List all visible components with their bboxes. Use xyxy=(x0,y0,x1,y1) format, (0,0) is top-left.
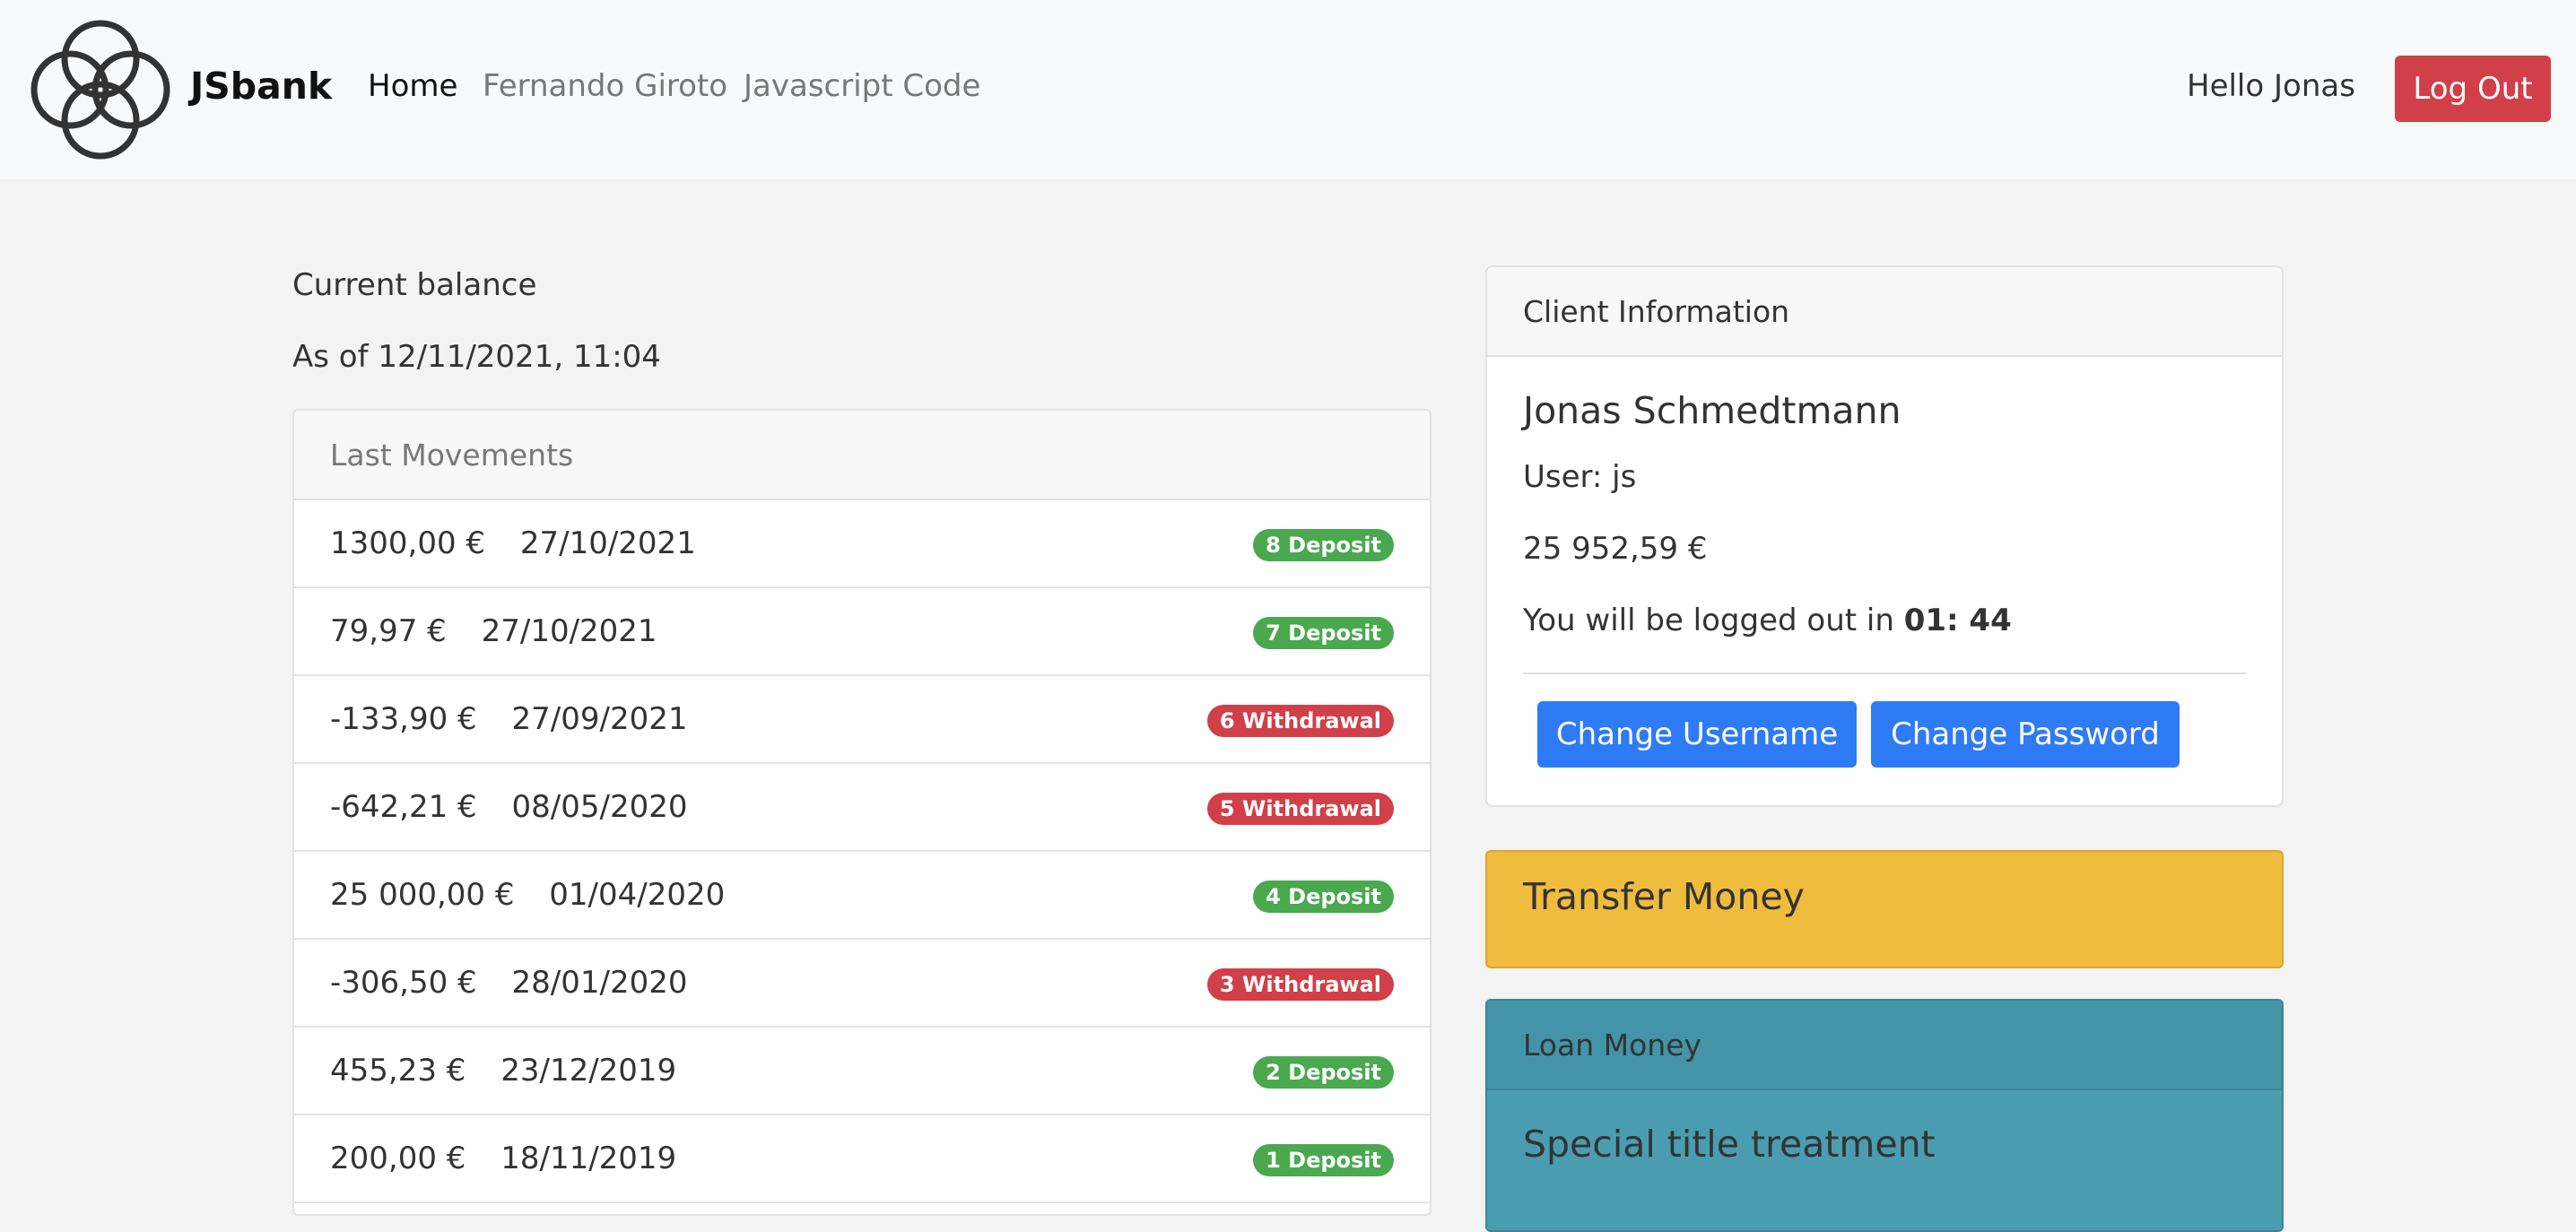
client-name: Jonas Schmedtmann xyxy=(1523,389,1902,432)
movement-type-badge: 7 Deposit xyxy=(1253,617,1394,649)
divider xyxy=(1523,672,2246,674)
change-password-button[interactable]: Change Password xyxy=(1871,701,2180,768)
movement-row: 455,23 € 23/12/2019 2 Deposit xyxy=(294,1028,1430,1115)
logout-timer-value: 01: 44 xyxy=(1903,603,2012,638)
movement-amount: 79,97 € xyxy=(330,613,447,649)
movement-date: 08/05/2020 xyxy=(511,789,688,825)
loan-card-title: Special title treatment xyxy=(1523,1123,1936,1166)
movement-type-badge: 1 Deposit xyxy=(1253,1144,1394,1176)
change-username-button[interactable]: Change Username xyxy=(1537,701,1857,768)
logout-button[interactable]: Log Out xyxy=(2395,56,2551,122)
movement-type-badge: 4 Deposit xyxy=(1253,881,1394,913)
navbar: JSbank Home Fernando Giroto Javascript C… xyxy=(0,0,2576,179)
nav-link-fernando-giroto[interactable]: Fernando Giroto xyxy=(483,68,727,104)
movement-amount: 25 000,00 € xyxy=(330,877,515,913)
movement-type-badge: 8 Deposit xyxy=(1253,529,1394,561)
movement-type-badge: 5 Withdrawal xyxy=(1206,793,1394,825)
movement-amount: 200,00 € xyxy=(330,1141,466,1176)
movement-type-badge: 3 Withdrawal xyxy=(1206,968,1394,1001)
movement-date: 27/09/2021 xyxy=(511,701,688,737)
movement-date: 28/01/2020 xyxy=(511,965,688,1001)
movement-row: -306,50 € 28/01/2020 3 Withdrawal xyxy=(294,940,1430,1028)
client-username: User: js xyxy=(1523,459,1637,495)
last-movements-panel: Last Movements 1300,00 € 27/10/2021 8 De… xyxy=(292,409,1432,1216)
movement-row: -133,90 € 27/09/2021 6 Withdrawal xyxy=(294,676,1430,764)
last-movements-header: Last Movements xyxy=(294,411,1430,500)
user-greeting: Hello Jonas xyxy=(2187,68,2355,104)
client-information-header: Client Information xyxy=(1487,267,2282,357)
movement-type-badge: 6 Withdrawal xyxy=(1206,705,1394,737)
nav-link-home[interactable]: Home xyxy=(368,68,457,104)
logout-timer-label: You will be logged out in xyxy=(1523,603,1904,638)
client-information-card: Client Information Jonas Schmedtmann Use… xyxy=(1485,265,2284,807)
loan-money-header: Loan Money xyxy=(1487,1001,2282,1090)
movement-date: 01/04/2020 xyxy=(549,877,726,913)
brand-name[interactable]: JSbank xyxy=(190,65,332,108)
movement-type-badge: 2 Deposit xyxy=(1253,1056,1394,1089)
movement-row: 25 000,00 € 01/04/2020 4 Deposit xyxy=(294,852,1430,940)
movement-date: 23/12/2019 xyxy=(500,1053,677,1089)
nav-link-javascript-code[interactable]: Javascript Code xyxy=(744,68,980,104)
movement-date: 27/10/2021 xyxy=(519,525,696,561)
movement-date: 27/10/2021 xyxy=(481,613,657,649)
movement-row: 79,97 € 27/10/2021 7 Deposit xyxy=(294,588,1430,676)
movement-amount: -306,50 € xyxy=(330,965,477,1001)
movement-amount: -642,21 € xyxy=(330,789,477,825)
movement-amount: 1300,00 € xyxy=(330,525,486,561)
movement-row: -642,21 € 08/05/2020 5 Withdrawal xyxy=(294,764,1430,852)
transfer-money-card[interactable]: Transfer Money xyxy=(1485,850,2284,968)
client-balance: 25 952,59 € xyxy=(1523,531,1708,567)
balance-date: As of 12/11/2021, 11:04 xyxy=(292,339,661,375)
logout-timer: You will be logged out in 01: 44 xyxy=(1523,603,2012,638)
movement-row: 200,00 € 18/11/2019 1 Deposit xyxy=(294,1115,1430,1203)
movement-amount: 455,23 € xyxy=(330,1053,466,1089)
current-balance-label: Current balance xyxy=(292,267,537,303)
movement-row: 1300,00 € 27/10/2021 8 Deposit xyxy=(294,500,1430,588)
movement-date: 18/11/2019 xyxy=(500,1141,677,1176)
loan-money-card[interactable]: Loan Money Special title treatment xyxy=(1485,999,2284,1232)
jsbank-logo-icon[interactable] xyxy=(25,14,176,165)
transfer-money-title: Transfer Money xyxy=(1523,875,1805,918)
movement-amount: -133,90 € xyxy=(330,701,477,737)
